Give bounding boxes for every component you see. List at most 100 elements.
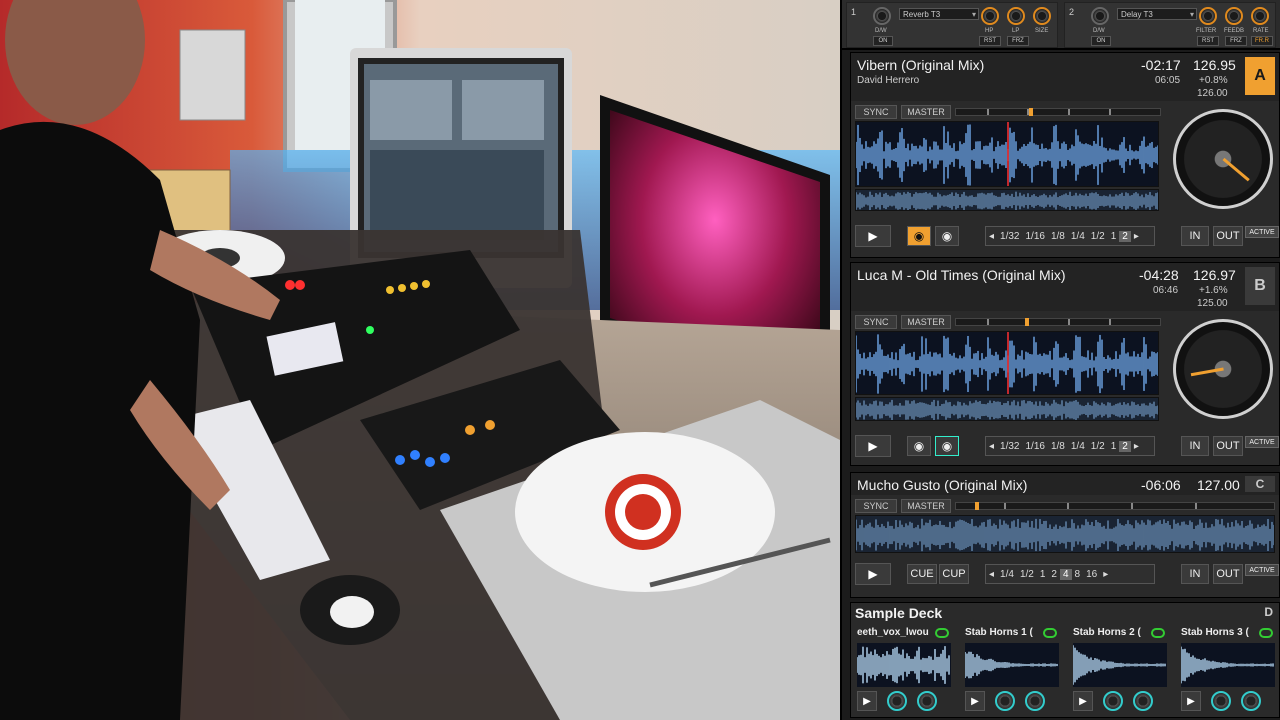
loop-size-selector[interactable]: ◂ 1/4 1/2 1 2 4 8 16 ▸ xyxy=(985,564,1155,584)
cup-icon[interactable]: ◉ xyxy=(935,226,959,246)
fx-feedback-knob[interactable] xyxy=(1225,7,1243,25)
loop-prev-icon[interactable]: ◂ xyxy=(986,441,997,452)
loop-size-option[interactable]: 2 xyxy=(1048,569,1060,580)
fx-filter-knob[interactable] xyxy=(1199,7,1217,25)
master-button[interactable]: MASTER xyxy=(901,499,951,513)
track-position-indicator[interactable] xyxy=(975,502,980,510)
loop-icon[interactable] xyxy=(1043,628,1057,638)
fx-hp-knob[interactable] xyxy=(981,7,999,25)
loop-size-option[interactable]: 8 xyxy=(1072,569,1084,580)
cup-button[interactable]: CUP xyxy=(939,564,969,584)
fx-size-knob[interactable] xyxy=(1033,7,1051,25)
loop-size-option[interactable]: 1/2 xyxy=(1088,231,1108,242)
fx-lp-knob[interactable] xyxy=(1007,7,1025,25)
fx-reset-button[interactable]: RST xyxy=(1197,36,1219,46)
sample-filter-knob[interactable] xyxy=(917,691,937,711)
fx-on-button[interactable]: ON xyxy=(1091,36,1111,46)
fx-freeze-button[interactable]: FRZ xyxy=(1007,36,1029,46)
loop-size-option[interactable]: 16 xyxy=(1083,569,1100,580)
sample-filter-knob[interactable] xyxy=(1025,691,1045,711)
loop-size-option[interactable]: 1/2 xyxy=(1088,441,1108,452)
sync-button[interactable]: SYNC xyxy=(855,499,897,513)
loop-size-option-selected[interactable]: 2 xyxy=(1119,440,1131,452)
fx-on-button[interactable]: ON xyxy=(873,36,893,46)
loop-size-selector[interactable]: ◂ 1/32 1/16 1/8 1/4 1/2 1 2 ▸ xyxy=(985,436,1155,456)
loop-size-option[interactable]: 1/16 xyxy=(1023,231,1048,242)
track-position-bar[interactable] xyxy=(955,318,1161,326)
loop-size-option[interactable]: 1 xyxy=(1108,231,1120,242)
loop-active-button[interactable]: ACTIVE xyxy=(1245,564,1279,576)
loop-out-button[interactable]: OUT xyxy=(1213,564,1243,584)
master-button[interactable]: MASTER xyxy=(901,105,951,119)
cue-icon[interactable]: ◉ xyxy=(907,436,931,456)
play-icon[interactable]: ▶ xyxy=(965,691,985,711)
fx-freeze-button[interactable]: FRZ xyxy=(1225,36,1247,46)
loop-prev-icon[interactable]: ◂ xyxy=(986,231,997,242)
loop-next-icon[interactable]: ▸ xyxy=(1131,441,1142,452)
fx-dry-wet-knob[interactable] xyxy=(1091,7,1109,25)
fx-dry-wet-knob[interactable] xyxy=(873,7,891,25)
cup-icon[interactable]: ◉ xyxy=(935,436,959,456)
play-icon[interactable]: ▶ xyxy=(855,563,891,585)
loop-icon[interactable] xyxy=(935,628,949,638)
sample-filter-knob[interactable] xyxy=(1241,691,1261,711)
track-position-bar[interactable] xyxy=(955,502,1275,510)
sync-button[interactable]: SYNC xyxy=(855,105,897,119)
loop-size-option[interactable]: 1/8 xyxy=(1048,441,1068,452)
loop-size-option-selected[interactable]: 2 xyxy=(1119,230,1131,242)
play-icon[interactable]: ▶ xyxy=(857,691,877,711)
sample-slot[interactable]: Stab Horns 3 ( ▶ xyxy=(1177,623,1277,717)
waveform-display[interactable] xyxy=(855,121,1159,187)
sample-volume-knob[interactable] xyxy=(887,691,907,711)
loop-out-button[interactable]: OUT xyxy=(1213,226,1243,246)
loop-icon[interactable] xyxy=(1259,628,1273,638)
loop-active-button[interactable]: ACTIVE xyxy=(1245,436,1279,448)
loop-next-icon[interactable]: ▸ xyxy=(1131,231,1142,242)
jog-platter[interactable] xyxy=(1173,319,1273,419)
jog-platter[interactable] xyxy=(1173,109,1273,209)
sample-slot[interactable]: Stab Horns 2 ( ▶ xyxy=(1069,623,1169,717)
loop-size-option[interactable]: 1/4 xyxy=(997,569,1017,580)
loop-size-option[interactable]: 1/32 xyxy=(997,441,1022,452)
track-overview[interactable] xyxy=(855,397,1159,421)
loop-size-option[interactable]: 1/4 xyxy=(1068,231,1088,242)
sample-filter-knob[interactable] xyxy=(1133,691,1153,711)
cue-icon[interactable]: ◉ xyxy=(907,226,931,246)
play-icon[interactable]: ▶ xyxy=(855,225,891,247)
sample-volume-knob[interactable] xyxy=(1211,691,1231,711)
fx-reset-button[interactable]: RST xyxy=(979,36,1001,46)
loop-size-option[interactable]: 1/8 xyxy=(1048,231,1068,242)
deck-letter-badge[interactable]: D xyxy=(1264,605,1273,619)
play-icon[interactable]: ▶ xyxy=(1073,691,1093,711)
loop-active-button[interactable]: ACTIVE xyxy=(1245,226,1279,238)
loop-size-selector[interactable]: ◂ 1/32 1/16 1/8 1/4 1/2 1 2 ▸ xyxy=(985,226,1155,246)
loop-size-option[interactable]: 1/32 xyxy=(997,231,1022,242)
sample-slot[interactable]: Stab Horns 1 ( ▶ xyxy=(961,623,1061,717)
sample-volume-knob[interactable] xyxy=(1103,691,1123,711)
loop-size-option[interactable]: 1 xyxy=(1108,441,1120,452)
deck-letter-badge[interactable]: A xyxy=(1245,57,1275,95)
track-position-bar[interactable] xyxy=(955,108,1161,116)
loop-in-button[interactable]: IN xyxy=(1181,436,1209,456)
deck-letter-badge[interactable]: C xyxy=(1245,476,1275,492)
master-button[interactable]: MASTER xyxy=(901,315,951,329)
loop-out-button[interactable]: OUT xyxy=(1213,436,1243,456)
loop-size-option-selected[interactable]: 4 xyxy=(1059,568,1072,580)
loop-prev-icon[interactable]: ◂ xyxy=(986,569,997,580)
fx-fr-r-button[interactable]: FR.R xyxy=(1251,36,1273,46)
deck-letter-badge[interactable]: B xyxy=(1245,267,1275,305)
loop-size-option[interactable]: 1/16 xyxy=(1023,441,1048,452)
track-overview[interactable] xyxy=(855,189,1159,211)
loop-size-option[interactable]: 1/2 xyxy=(1017,569,1037,580)
fx-effect-select[interactable]: Reverb T3 xyxy=(899,8,979,20)
cue-button[interactable]: CUE xyxy=(907,564,937,584)
sample-slot[interactable]: eeth_vox_lwou ▶ xyxy=(853,623,953,717)
loop-in-button[interactable]: IN xyxy=(1181,564,1209,584)
play-icon[interactable]: ▶ xyxy=(855,435,891,457)
loop-size-option[interactable]: 1 xyxy=(1037,569,1049,580)
sample-volume-knob[interactable] xyxy=(995,691,1015,711)
track-position-indicator[interactable] xyxy=(1029,108,1034,116)
loop-in-button[interactable]: IN xyxy=(1181,226,1209,246)
fx-rate-knob[interactable] xyxy=(1251,7,1269,25)
track-overview[interactable] xyxy=(855,515,1275,553)
